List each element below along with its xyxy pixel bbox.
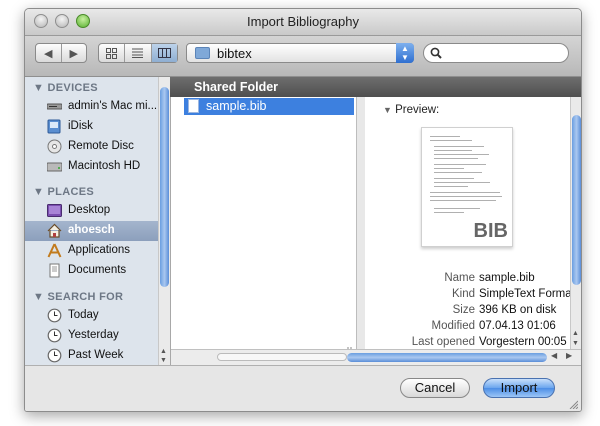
- column-view-button[interactable]: [150, 44, 177, 62]
- search-icon: [430, 47, 442, 59]
- sidebar-header-search-for[interactable]: ▼ SEARCH FOR: [33, 291, 123, 303]
- sidebar-item-ahoesch[interactable]: ahoesch: [25, 221, 170, 241]
- scroll-left-arrow-icon[interactable]: ◀: [551, 351, 557, 360]
- info-key: Name: [444, 272, 475, 284]
- icon-view-icon: [106, 47, 118, 59]
- sidebar-item-desktop[interactable]: Desktop: [25, 201, 170, 221]
- sidebar-item-label: Macintosh HD: [68, 160, 141, 172]
- computer-icon: [47, 103, 62, 110]
- list-view-icon: [132, 48, 144, 58]
- sidebar-item-label: Applications: [68, 244, 131, 256]
- sidebar-item-label: Past Week: [68, 349, 124, 361]
- shared-folder-label: Shared Folder: [194, 80, 279, 94]
- sidebar-item-label: admin's Mac mi...: [68, 100, 158, 112]
- sidebar-item-label: Desktop: [68, 204, 111, 216]
- location-popup[interactable]: bibtex ▲ ▼: [186, 43, 414, 63]
- info-key: Kind: [451, 288, 475, 300]
- cancel-button[interactable]: Cancel: [400, 378, 470, 398]
- search-field[interactable]: [423, 43, 569, 63]
- title-bar: Import Bibliography: [25, 9, 581, 36]
- info-value: 396 KB on disk: [479, 304, 557, 316]
- scroll-track: [217, 353, 347, 361]
- sidebar-item-applications[interactable]: Applications: [25, 241, 170, 261]
- home-icon: [47, 223, 62, 238]
- sidebar-scrollbar[interactable]: ▲ ▼: [158, 77, 170, 365]
- import-button[interactable]: Import: [483, 378, 555, 398]
- scroll-down-arrow-icon[interactable]: ▼: [572, 340, 579, 347]
- import-dialog: Import Bibliography ◀ ▶ bibtex ▲ ▼ ▼ DEV…: [24, 8, 582, 412]
- desktop-icon: [47, 204, 62, 217]
- info-key: Size: [452, 304, 475, 316]
- info-value: SimpleText Format: [479, 288, 575, 300]
- file-name: sample.bib: [206, 99, 267, 113]
- resize-grip-icon[interactable]: [568, 399, 578, 409]
- location-label: bibtex: [217, 46, 252, 61]
- idisk-icon: [47, 119, 61, 134]
- back-button[interactable]: ◀: [36, 44, 61, 62]
- disclosure-triangle-icon[interactable]: ▼: [383, 105, 392, 115]
- harddisk-icon: [47, 162, 62, 172]
- scroll-up-arrow-icon[interactable]: ▲: [572, 330, 579, 337]
- preview-column: ▼ Preview: BIB Name sample.bib Kind Simp…: [365, 97, 581, 349]
- sidebar-item-idisk[interactable]: iDisk: [25, 117, 170, 137]
- scroll-up-arrow-icon[interactable]: ▲: [160, 348, 167, 355]
- sidebar-header-places[interactable]: ▼ PLACES: [33, 186, 94, 198]
- clock-icon: [47, 308, 62, 323]
- preview-label: ▼ Preview:: [383, 104, 440, 116]
- sidebar-item-admins-mac[interactable]: admin's Mac mi...: [25, 97, 170, 117]
- window-title: Import Bibliography: [247, 14, 359, 29]
- navigation-segment: ◀ ▶: [35, 43, 87, 63]
- info-key: Modified: [431, 320, 475, 332]
- applications-icon: [47, 243, 62, 258]
- info-key: Last opened: [411, 336, 475, 348]
- folder-icon: [195, 47, 210, 59]
- file-preview-thumbnail: BIB: [421, 127, 513, 247]
- icon-view-button[interactable]: [99, 44, 124, 62]
- sidebar-header-devices[interactable]: ▼ DEVICES: [33, 82, 98, 94]
- scroll-right-arrow-icon[interactable]: ▶: [566, 351, 572, 360]
- sidebar-item-macintosh-hd[interactable]: Macintosh HD: [25, 157, 170, 177]
- documents-icon: [49, 263, 60, 278]
- sidebar-item-remote-disc[interactable]: Remote Disc: [25, 137, 170, 157]
- list-view-button[interactable]: [124, 44, 150, 62]
- scroll-down-arrow-icon[interactable]: ▼: [160, 357, 167, 364]
- sidebar-item-today[interactable]: Today: [25, 306, 170, 326]
- forward-button[interactable]: ▶: [60, 44, 87, 62]
- file-row-sample-bib[interactable]: sample.bib: [184, 98, 354, 115]
- toolbar: ◀ ▶ bibtex ▲ ▼: [25, 36, 581, 77]
- sidebar-item-documents[interactable]: Documents: [25, 261, 170, 281]
- sidebar-item-label: ahoesch: [68, 224, 115, 236]
- file-extension-label: BIB: [473, 220, 508, 242]
- sidebar-item-label: iDisk: [68, 120, 93, 132]
- sidebar-item-label: Today: [68, 309, 99, 321]
- sidebar-item-label: Remote Disc: [68, 140, 134, 152]
- sidebar: ▼ DEVICES admin's Mac mi... iDisk Remote…: [25, 77, 171, 365]
- sidebar-item-past-week[interactable]: Past Week: [25, 346, 170, 366]
- info-value: sample.bib: [479, 272, 535, 284]
- sidebar-item-yesterday[interactable]: Yesterday: [25, 326, 170, 346]
- sidebar-item-label: Documents: [68, 264, 127, 276]
- button-bar: Cancel Import: [25, 365, 581, 411]
- disc-icon: [47, 139, 62, 154]
- document-icon: [188, 99, 199, 113]
- horizontal-scroll-thumb[interactable]: [347, 353, 547, 362]
- preview-scroll-thumb[interactable]: [572, 115, 581, 285]
- popup-arrows-icon: ▲ ▼: [396, 43, 414, 63]
- preview-scrollbar[interactable]: ▲ ▼: [570, 97, 581, 349]
- column-view-icon: [157, 48, 171, 58]
- info-value: Vorgestern 00:05: [479, 336, 567, 348]
- clock-icon: [47, 348, 62, 363]
- column-resize-handle[interactable]: [347, 342, 353, 353]
- clock-icon: [47, 328, 62, 343]
- sidebar-scroll-thumb[interactable]: [160, 87, 169, 287]
- search-input[interactable]: [446, 46, 565, 62]
- file-column: sample.bib: [171, 97, 357, 353]
- view-mode-segment: [98, 43, 178, 63]
- browser-header: Shared Folder: [170, 77, 581, 97]
- info-value: 07.04.13 01:06: [479, 320, 556, 332]
- sidebar-item-label: Yesterday: [68, 329, 119, 341]
- horizontal-scrollbar[interactable]: ◀ ▶: [171, 349, 581, 365]
